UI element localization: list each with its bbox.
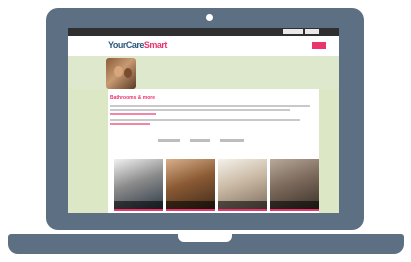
card[interactable] [218,159,267,211]
laptop-notch [178,234,232,242]
camera-icon [206,14,213,21]
login-field[interactable] [283,29,303,34]
paragraph-line [110,105,310,107]
hero-face-2 [124,68,132,78]
card-accent-bar [114,209,163,211]
card[interactable] [166,159,215,211]
logo-part-1: YourCare [108,40,144,50]
card-accent-bar [218,209,267,211]
card-list [114,159,319,211]
site-logo[interactable]: YourCareSmart [108,40,167,50]
card[interactable] [114,159,163,211]
laptop-screen: YourCareSmart Bathrooms & more [68,28,339,213]
filter-row [158,139,244,142]
content-panel: Bathrooms & more [108,89,319,213]
page-title: Bathrooms & more [110,95,156,101]
card-accent-bar [270,209,319,211]
card[interactable] [270,159,319,211]
card-accent-bar [166,209,215,211]
text-link[interactable] [110,113,156,115]
text-link[interactable] [110,123,150,125]
top-utility-bar [68,28,339,36]
main-navigation: YourCareSmart [68,36,339,56]
filter-chip[interactable] [220,139,244,142]
filter-chip[interactable] [190,139,210,142]
side-panel-left [68,89,108,213]
filter-chip[interactable] [158,139,180,142]
paragraph-line [110,119,300,121]
logo-part-2: Smart [143,40,168,50]
side-panel-right [319,89,339,213]
paragraph-line [110,109,290,111]
hero-face-1 [114,66,123,77]
language-select[interactable] [305,29,319,34]
donate-button[interactable] [312,42,326,49]
